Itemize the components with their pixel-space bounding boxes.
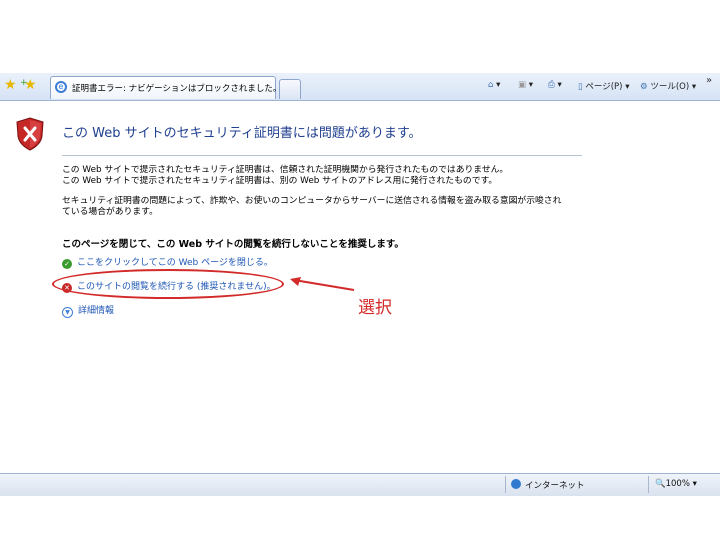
security-zone[interactable]: インターネット [511, 479, 585, 491]
home-icon[interactable]: ⌂ ▾ [488, 80, 500, 90]
divider [62, 155, 582, 156]
zoom-level[interactable]: 🔍100% ▾ [655, 479, 697, 489]
description-line: この Web サイトで提示されたセキュリティ証明書は、別の Web サイトのアド… [62, 176, 498, 186]
status-bar: インターネット 🔍100% ▾ [0, 473, 720, 496]
tab-certificate-error[interactable]: e 証明書エラー: ナビゲーションはブロックされました。 [50, 76, 281, 99]
more-info-link[interactable]: ▼ 詳細情報 [62, 303, 114, 318]
tools-menu[interactable]: ⚙ ツール(O) ▾ [640, 80, 696, 92]
print-icon[interactable]: ⎙ ▾ [548, 80, 562, 90]
security-shield-error-icon [16, 117, 44, 151]
certificate-problem-description: この Web サイトで提示されたセキュリティ証明書は、信頼された証明機関から発行… [62, 165, 582, 187]
browser-screenshot: ★ + ★ e 証明書エラー: ナビゲーションはブロックされました。 ⌂ ▾ ▣ … [0, 73, 720, 496]
close-page-link[interactable]: ✓ ここをクリックしてこの Web ページを閉じる。 [62, 255, 273, 269]
browser-toolbar: ★ + ★ e 証明書エラー: ナビゲーションはブロックされました。 ⌂ ▾ ▣ … [0, 73, 720, 101]
ie-page-icon: e [55, 81, 67, 93]
annotation-arrow-icon [290, 277, 355, 291]
description-line: セキュリティ証明書の問題によって、詐欺や、お使いのコンピュータからサーバーに送信… [62, 196, 562, 206]
status-divider [648, 476, 649, 493]
annotation-label: 選択 [358, 298, 392, 318]
page-title: この Web サイトのセキュリティ証明書には問題があります。 [62, 126, 422, 141]
recommendation-text: このページを閉じて、この Web サイトの閲覧を続行しないことを推奨します。 [62, 239, 404, 250]
description-line: ている場合があります。 [62, 207, 158, 217]
risk-description: セキュリティ証明書の問題によって、詐欺や、お使いのコンピュータからサーバーに送信… [62, 196, 582, 218]
highlight-circle [52, 269, 284, 299]
feeds-icon[interactable]: ▣ ▾ [518, 80, 533, 90]
globe-icon [511, 479, 521, 489]
tab-title: 証明書エラー: ナビゲーションはブロックされました。 [72, 84, 282, 94]
new-tab-button[interactable] [279, 79, 301, 99]
expand-chevron-icon: ▼ [62, 307, 73, 318]
zone-label: インターネット [525, 481, 585, 491]
add-favorites-icon[interactable]: + ★ [20, 78, 37, 92]
green-check-shield-icon: ✓ [62, 259, 72, 269]
toolbar-overflow-chevron-icon[interactable]: » [706, 75, 712, 86]
close-page-link-label: ここをクリックしてこの Web ページを閉じる。 [77, 258, 273, 268]
status-divider [505, 476, 506, 493]
zoom-label: 100% [665, 479, 690, 489]
description-line: この Web サイトで提示されたセキュリティ証明書は、信頼された証明機関から発行… [62, 165, 509, 175]
page-menu[interactable]: ▯ ページ(P) ▾ [578, 80, 629, 92]
error-page: この Web サイトのセキュリティ証明書には問題があります。 この Web サイ… [0, 101, 720, 473]
favorites-star-icon[interactable]: ★ [4, 78, 17, 92]
more-info-label: 詳細情報 [78, 306, 115, 316]
